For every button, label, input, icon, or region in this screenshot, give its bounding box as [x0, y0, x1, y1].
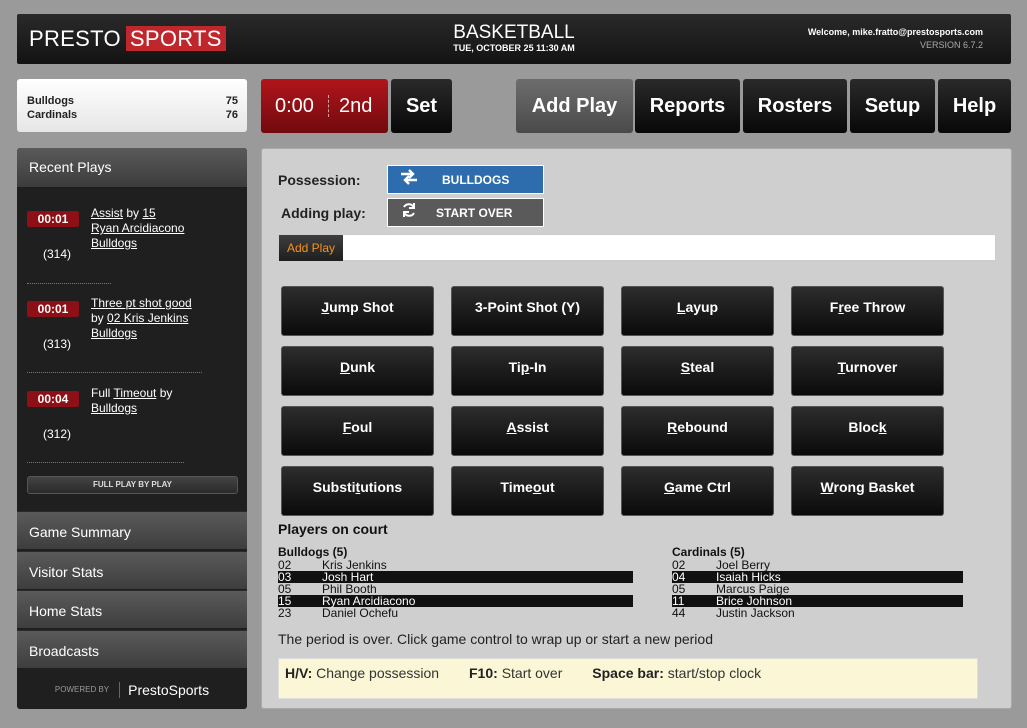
hint-key: H/V:	[285, 665, 313, 681]
header-center: BASKETBALL TUE, OCTOBER 25 11:30 AM	[414, 22, 614, 54]
player-link[interactable]: 02 Kris Jenkins	[107, 311, 188, 325]
block-button[interactable]: Block	[791, 406, 944, 456]
dunk-button[interactable]: Dunk	[281, 346, 434, 396]
possession-label: Possession:	[278, 172, 361, 188]
presto-sports-logo: PRESTO SPORTS	[27, 26, 226, 51]
player-row[interactable]: 23 Daniel Ochefu	[278, 607, 633, 619]
free-throw-button[interactable]: Free Throw	[791, 286, 944, 336]
players-on-court-title: Players on court	[278, 521, 388, 537]
wrong-basket-button[interactable]: Wrong Basket	[791, 466, 944, 516]
team-score: 75	[225, 95, 238, 107]
game-clock[interactable]: 0:00 2nd	[261, 79, 388, 133]
logo-presto: PRESTO	[29, 26, 121, 51]
jump-shot-button[interactable]: Jump Shot	[281, 286, 434, 336]
rebound-button[interactable]: Rebound	[621, 406, 774, 456]
sidebar-item-game-summary[interactable]: Game Summary	[17, 511, 247, 549]
sidebar: Recent Plays 00:01 (314) Assist by 15 Ry…	[17, 148, 247, 709]
steal-button[interactable]: Steal	[621, 346, 774, 396]
sport-title: BASKETBALL	[453, 22, 575, 43]
team-score: 76	[225, 109, 238, 121]
play-separator	[27, 372, 202, 373]
version-text: VERSION 6.7.2	[919, 40, 983, 50]
reports-button[interactable]: Reports	[635, 79, 740, 133]
powered-by-brand: PrestoSports	[119, 681, 209, 698]
score-row-home: Cardinals 76	[27, 108, 238, 122]
sidebar-item-home-stats[interactable]: Home Stats	[17, 590, 247, 628]
game-ctrl-button[interactable]: Game Ctrl	[621, 466, 774, 516]
player-link[interactable]: Ryan Arcidiacono	[91, 221, 231, 236]
layup-button[interactable]: Layup	[621, 286, 774, 336]
play-description: Full Timeout by Bulldogs	[91, 386, 231, 416]
full-play-by-play-button[interactable]: FULL PLAY BY PLAY	[27, 476, 238, 494]
powered-by: POWERED BY PrestoSports	[17, 670, 247, 709]
play-number: (313)	[43, 337, 72, 351]
play-link[interactable]: Three pt shot good	[91, 296, 231, 311]
play-time-badge: 00:01	[27, 211, 79, 227]
header-user: Welcome, mike.fratto@prestosports.com VE…	[808, 27, 983, 50]
foul-button[interactable]: Foul	[281, 406, 434, 456]
welcome-text: Welcome, mike.fratto@prestosports.com	[807, 27, 983, 37]
start-over-label: START OVER	[436, 205, 513, 220]
adding-play-label: Adding play:	[281, 205, 366, 221]
tab-bar: Add Play	[278, 234, 996, 261]
keyboard-hints: H/V: Change possession F10: Start over S…	[278, 658, 978, 699]
visitor-players-list: Bulldogs (5) 02 Kris Jenkins 03 Josh Hart …	[278, 546, 633, 619]
sidebar-item-broadcasts[interactable]: Broadcasts	[17, 630, 247, 668]
score-row-visitor: Bulldogs 75	[27, 94, 238, 108]
play-separator	[27, 462, 184, 463]
swap-arrows-icon	[388, 169, 430, 190]
home-players-list: Cardinals (5) 02 Joel Berry 04 Isaiah Hick…	[672, 546, 963, 619]
play-description: Three pt shot good by 02 Kris Jenkins Bu…	[91, 296, 231, 341]
period-over-message: The period is over. Click game control t…	[278, 631, 713, 647]
hint-key: Space bar:	[592, 665, 664, 681]
game-datetime: TUE, OCTOBER 25 11:30 AM	[453, 43, 575, 53]
set-button[interactable]: Set	[391, 79, 452, 133]
clock-period: 2nd	[339, 94, 373, 117]
start-over-button[interactable]: START OVER	[387, 198, 544, 227]
play-link[interactable]: Timeout	[113, 386, 156, 400]
recent-plays-header: Recent Plays	[17, 148, 247, 187]
possession-button[interactable]: BULLDOGS	[387, 165, 544, 194]
add-play-panel: Possession: BULLDOGS Adding play: START …	[261, 148, 1012, 709]
tab-add-play[interactable]: Add Play	[279, 235, 343, 261]
timeout-button[interactable]: Timeout	[451, 466, 604, 516]
powered-by-label: POWERED BY	[54, 685, 110, 694]
refresh-icon	[388, 202, 430, 223]
possession-team: BULLDOGS	[442, 172, 510, 187]
play-link[interactable]: Assist	[91, 206, 123, 220]
hint-key: F10:	[469, 665, 498, 681]
help-button[interactable]: Help	[938, 79, 1011, 133]
logo-sports: SPORTS	[125, 26, 226, 51]
assist-button[interactable]: Assist	[451, 406, 604, 456]
play-time-badge: 00:01	[27, 301, 79, 317]
team-link[interactable]: Bulldogs	[91, 326, 231, 341]
app-header: PRESTO SPORTS BASKETBALL TUE, OCTOBER 25…	[17, 14, 1011, 64]
three-point-shot-button[interactable]: 3-Point Shot (Y)	[451, 286, 604, 336]
rosters-button[interactable]: Rosters	[743, 79, 847, 133]
play-number: (314)	[43, 247, 72, 261]
scoreboard: Bulldogs 75 Cardinals 76	[17, 79, 247, 132]
team-name: Cardinals	[27, 109, 78, 121]
player-row[interactable]: 44 Justin Jackson	[672, 607, 963, 619]
play-number: (312)	[43, 427, 72, 441]
turnover-button[interactable]: Turnover	[791, 346, 944, 396]
play-separator	[27, 283, 111, 284]
hint-text: start/stop clock	[667, 665, 762, 681]
substitutions-button[interactable]: Substitutions	[281, 466, 434, 516]
clock-divider	[328, 95, 329, 117]
team-name: Bulldogs	[27, 95, 75, 107]
tip-in-button[interactable]: Tip-In	[451, 346, 604, 396]
play-link[interactable]: 15	[142, 206, 155, 220]
add-play-button[interactable]: Add Play	[516, 79, 633, 133]
play-description: Assist by 15 Ryan Arcidiacono Bulldogs	[91, 206, 231, 251]
setup-button[interactable]: Setup	[850, 79, 935, 133]
play-time-badge: 00:04	[27, 391, 79, 407]
clock-time: 0:00	[275, 94, 314, 117]
sidebar-item-visitor-stats[interactable]: Visitor Stats	[17, 551, 247, 589]
hint-text: Start over	[501, 665, 563, 681]
hint-text: Change possession	[316, 665, 440, 681]
team-link[interactable]: Bulldogs	[91, 236, 231, 251]
team-link[interactable]: Bulldogs	[91, 401, 231, 416]
